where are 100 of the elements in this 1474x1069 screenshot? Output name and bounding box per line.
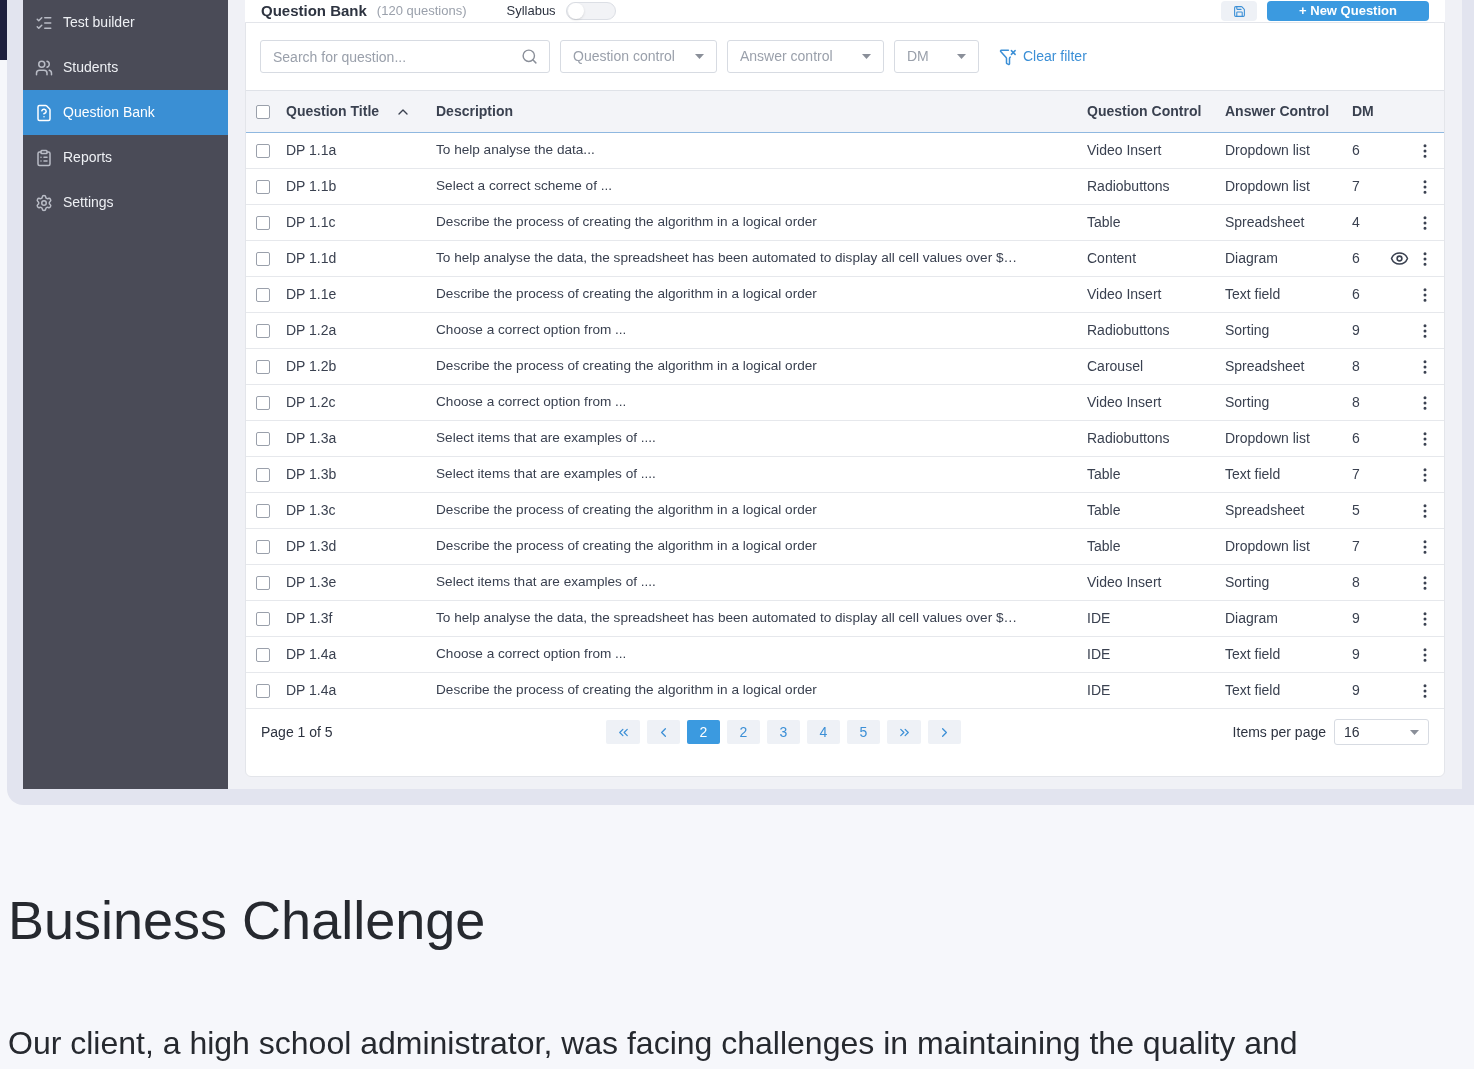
caret-icon xyxy=(862,54,871,59)
table-cell-text: Table xyxy=(1087,537,1122,556)
table-cell-text: Sorting xyxy=(1225,393,1271,412)
table-cell-text: Select a correct scheme of ... xyxy=(436,177,614,196)
table-row[interactable]: DP 1.3c Describe the process of creating the algorithm in a logical order Table Spreadsheet 5 xyxy=(246,493,1444,529)
checkbox[interactable] xyxy=(256,215,270,230)
table-row[interactable]: DP 1.1e Describe the process of creating the algorithm in a logical order Video Insert Text field 6 xyxy=(246,277,1444,313)
table-cell-text: Radiobuttons xyxy=(1087,429,1171,448)
sidebar-item[interactable]: Students xyxy=(23,45,228,90)
table-cell-text: 9 xyxy=(1352,645,1361,664)
table-cell-text: Spreadsheet xyxy=(1225,213,1306,232)
save-icon xyxy=(1232,4,1246,18)
table-cell-text: Radiobuttons xyxy=(1087,321,1171,340)
table-cell-text: DP 1.1d xyxy=(286,249,338,268)
table-row[interactable]: DP 1.3a Select items that are examples of .... Radiobuttons Dropdown list 6 xyxy=(246,421,1444,457)
table-row[interactable]: DP 1.1c Describe the process of creating the algorithm in a logical order Table Spreadsheet 4 xyxy=(246,205,1444,241)
paragraph: Our client, a high school administrator, was facing challenges in maintaining the quality and xyxy=(8,1027,1299,1059)
checkbox[interactable] xyxy=(256,143,270,158)
column-header: DM xyxy=(1352,102,1375,121)
sidebar-item[interactable]: Test builder xyxy=(23,0,228,45)
table-cell-text: Text field xyxy=(1225,465,1282,484)
search-field[interactable]: Search for question... xyxy=(260,40,550,73)
table-row[interactable]: DP 1.2b Describe the process of creating the algorithm in a logical order Carousel Spreadsheet 8 xyxy=(246,349,1444,385)
pagination-button[interactable] xyxy=(606,720,640,744)
checkbox[interactable] xyxy=(256,179,270,194)
caret-icon xyxy=(957,54,966,59)
table-row[interactable]: DP 1.1d To help analyse the data, the spreadsheet has been automated to display all cell values over $… Content Diagram 6 xyxy=(246,241,1444,277)
checkbox[interactable] xyxy=(256,683,270,698)
items-per-page-dropdown[interactable]: 16 xyxy=(1334,719,1429,745)
sidebar-item[interactable]: Reports xyxy=(23,135,228,180)
table-cell-text: 9 xyxy=(1352,321,1361,340)
column-header[interactable]: Question Title xyxy=(286,101,380,122)
table-cell-text: Text field xyxy=(1225,285,1282,304)
table-cell-text: DP 1.1e xyxy=(286,285,338,304)
table-row[interactable]: DP 1.3f To help analyse the data, the spreadsheet has been automated to display all cell values over $… IDE Diagram 9 xyxy=(246,601,1444,637)
table-cell-text: IDE xyxy=(1087,681,1112,700)
table-cell-text: Carousel xyxy=(1087,357,1145,376)
checkbox[interactable] xyxy=(256,395,270,410)
table-row[interactable]: DP 1.1b Select a correct scheme of ... Radiobuttons Dropdown list 7 xyxy=(246,169,1444,205)
table-cell-text: Spreadsheet xyxy=(1225,357,1306,376)
pagination-button[interactable] xyxy=(647,720,680,744)
table-row[interactable]: DP 1.3b Select items that are examples of .... Table Text field 7 xyxy=(246,457,1444,493)
table-cell-text: Describe the process of creating the algorithm in a logical order xyxy=(436,213,818,232)
table-cell-text: Describe the process of creating the algorithm in a logical order xyxy=(436,501,818,520)
syllabus-toggle[interactable] xyxy=(565,2,616,20)
table-cell-text: To help analyse the data... xyxy=(436,141,596,160)
table-cell-text: DP 1.3e xyxy=(286,573,338,592)
table-cell-text: 6 xyxy=(1352,285,1361,304)
filter-clear-icon xyxy=(999,47,1017,66)
checkbox[interactable] xyxy=(256,467,270,482)
table-row[interactable]: DP 1.3d Describe the process of creating the algorithm in a logical order Table Dropdown list 7 xyxy=(246,529,1444,565)
table-row[interactable]: DP 1.1a To help analyse the data... Video Insert Dropdown list 6 xyxy=(246,133,1444,169)
column-header: Answer Control xyxy=(1225,102,1331,121)
table-cell-text: Select items that are examples of .... xyxy=(436,465,657,484)
checkbox[interactable] xyxy=(256,323,270,338)
save-button[interactable] xyxy=(1221,1,1257,21)
table-cell-text: 8 xyxy=(1352,393,1361,412)
checkbox[interactable] xyxy=(256,104,270,119)
table-cell-text: Diagram xyxy=(1225,249,1279,268)
table-row[interactable]: DP 1.4a Describe the process of creating the algorithm in a logical order IDE Text field 9 xyxy=(246,673,1444,709)
table-row[interactable]: DP 1.3e Select items that are examples of .... Video Insert Sorting 8 xyxy=(246,565,1444,601)
table-row[interactable]: DP 1.2c Choose a correct option from ... Video Insert Sorting 8 xyxy=(246,385,1444,421)
pagination-button[interactable] xyxy=(928,720,961,744)
checkbox[interactable] xyxy=(256,251,270,266)
sidebar-item[interactable]: Settings xyxy=(23,180,228,225)
checkbox[interactable] xyxy=(256,611,270,626)
checkbox[interactable] xyxy=(256,431,270,446)
table-cell-text: 9 xyxy=(1352,681,1361,700)
column-header: Description xyxy=(436,102,514,121)
checkbox[interactable] xyxy=(256,647,270,662)
table-cell-text: Dropdown list xyxy=(1225,429,1311,448)
caret-icon xyxy=(695,54,704,59)
table-cell-text: DP 1.1c xyxy=(286,213,337,232)
table-cell-text: DP 1.3a xyxy=(286,429,338,448)
table-row[interactable]: DP 1.4a Choose a correct option from ... IDE Text field 9 xyxy=(246,637,1444,673)
page-info: Page 1 of 5 xyxy=(261,722,334,742)
table-cell-text: Dropdown list xyxy=(1225,177,1311,196)
checkbox[interactable] xyxy=(256,575,270,590)
table-row[interactable]: DP 1.2a Choose a correct option from ... Radiobuttons Sorting 9 xyxy=(246,313,1444,349)
pagination-button[interactable] xyxy=(887,720,921,744)
table-cell-text: DP 1.3b xyxy=(286,465,338,484)
clear-filter-button[interactable]: Clear filter xyxy=(999,46,1087,67)
table-cell-text: 6 xyxy=(1352,249,1361,268)
table-cell-text: 6 xyxy=(1352,141,1361,160)
table-cell-text: Choose a correct option from ... xyxy=(436,645,628,664)
table-cell-text: Video Insert xyxy=(1087,141,1163,160)
table-cell-text: Text field xyxy=(1225,645,1282,664)
preview-icon[interactable] xyxy=(1389,249,1409,268)
caret-icon xyxy=(1410,729,1419,735)
checkbox[interactable] xyxy=(256,539,270,554)
checkbox[interactable] xyxy=(256,503,270,518)
table-cell-text: 6 xyxy=(1352,429,1361,448)
table-cell-text: Sorting xyxy=(1225,321,1271,340)
question-count: (120 questions) xyxy=(376,2,467,21)
table-cell-text: DP 1.1a xyxy=(286,141,338,160)
table-cell-text: 4 xyxy=(1352,213,1361,232)
checkbox[interactable] xyxy=(256,359,270,374)
table-cell-text: Video Insert xyxy=(1087,285,1163,304)
checkbox[interactable] xyxy=(256,287,270,302)
table-cell-text: 7 xyxy=(1352,537,1361,556)
